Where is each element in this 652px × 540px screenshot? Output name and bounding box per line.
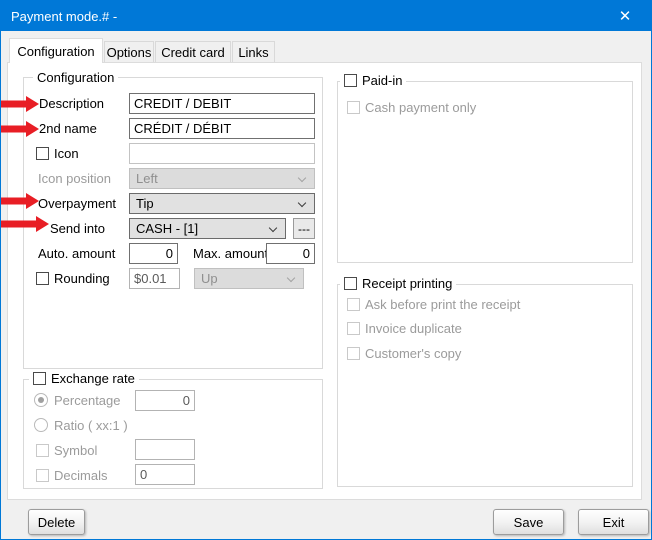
percentage-label: Percentage xyxy=(54,393,121,409)
symbol-label: Symbol xyxy=(54,443,97,459)
red-arrow-icon xyxy=(1,215,49,233)
second-name-label: 2nd name xyxy=(39,121,97,137)
paid-in-title: Paid-in xyxy=(362,73,402,88)
rounding-direction-select: Up xyxy=(194,268,304,289)
cash-payment-only-label: Cash payment only xyxy=(365,100,476,116)
save-button[interactable]: Save xyxy=(493,509,564,535)
customers-copy-checkbox xyxy=(347,347,360,360)
icon-position-value: Left xyxy=(136,171,158,186)
red-arrow-icon xyxy=(1,192,39,210)
symbol-checkbox xyxy=(36,444,49,457)
window-title: Payment mode.# - xyxy=(1,9,117,24)
red-arrow-icon xyxy=(1,120,39,138)
percentage-input xyxy=(135,390,195,411)
tab-options-label: Options xyxy=(107,45,152,60)
payment-mode-dialog: Payment mode.# - ✕ Configuration Options… xyxy=(0,0,652,540)
description-label: Description xyxy=(39,96,104,112)
send-into-value: CASH - [1] xyxy=(136,221,198,236)
decimals-checkbox xyxy=(36,469,49,482)
chevron-down-icon xyxy=(287,274,295,282)
save-button-label: Save xyxy=(514,515,544,530)
rounding-checkbox[interactable] xyxy=(36,272,49,285)
rounding-label: Rounding xyxy=(54,271,110,287)
chevron-down-icon xyxy=(298,199,306,207)
rounding-direction-value: Up xyxy=(201,271,218,286)
exchange-rate-checkbox[interactable] xyxy=(33,372,46,385)
paid-in-group-legend: Paid-in xyxy=(340,73,406,88)
rounding-value-input xyxy=(129,268,180,289)
icon-position-select: Left xyxy=(129,168,315,189)
overpayment-select[interactable]: Tip xyxy=(129,193,315,214)
icon-position-label: Icon position xyxy=(38,171,111,187)
receipt-printing-group xyxy=(337,284,633,487)
icon-input[interactable] xyxy=(129,143,315,164)
exchange-rate-group-legend: Exchange rate xyxy=(29,371,139,386)
description-input[interactable] xyxy=(129,93,315,114)
tab-credit-card-label: Credit card xyxy=(161,45,225,60)
cash-payment-only-checkbox xyxy=(347,101,360,114)
ask-before-print-label: Ask before print the receipt xyxy=(365,297,520,313)
send-into-browse-button[interactable]: --- xyxy=(293,218,315,239)
delete-button[interactable]: Delete xyxy=(28,509,85,535)
symbol-input xyxy=(135,439,195,460)
chevron-down-icon xyxy=(269,224,277,232)
delete-button-label: Delete xyxy=(38,515,76,530)
tab-links-label: Links xyxy=(238,45,268,60)
send-into-label: Send into xyxy=(50,221,105,237)
exchange-rate-title: Exchange rate xyxy=(51,371,135,386)
decimals-input xyxy=(135,464,195,485)
tab-credit-card[interactable]: Credit card xyxy=(155,41,231,63)
customers-copy-label: Customer's copy xyxy=(365,346,461,362)
exit-button[interactable]: Exit xyxy=(578,509,649,535)
overpayment-value: Tip xyxy=(136,196,154,211)
receipt-printing-title: Receipt printing xyxy=(362,276,452,291)
ask-before-print-checkbox xyxy=(347,298,360,311)
second-name-input[interactable] xyxy=(129,118,315,139)
send-into-browse-label: --- xyxy=(298,222,310,236)
tab-links[interactable]: Links xyxy=(232,41,275,63)
auto-amount-label: Auto. amount xyxy=(38,246,115,262)
chevron-down-icon xyxy=(298,174,306,182)
overpayment-label: Overpayment xyxy=(38,196,116,212)
configuration-group-legend: Configuration xyxy=(33,70,118,85)
close-icon[interactable]: ✕ xyxy=(607,1,643,31)
invoice-duplicate-checkbox xyxy=(347,322,360,335)
red-arrow-icon xyxy=(1,95,39,113)
send-into-select[interactable]: CASH - [1] xyxy=(129,218,286,239)
icon-label: Icon xyxy=(54,146,79,162)
icon-checkbox[interactable] xyxy=(36,147,49,160)
max-amount-label: Max. amount xyxy=(193,246,268,262)
tab-options[interactable]: Options xyxy=(104,41,154,63)
paid-in-checkbox[interactable] xyxy=(344,74,357,87)
title-bar: Payment mode.# - ✕ xyxy=(1,1,651,31)
exit-button-label: Exit xyxy=(603,515,625,530)
tab-configuration[interactable]: Configuration xyxy=(9,38,103,63)
tab-configuration-label: Configuration xyxy=(17,44,94,59)
ratio-label: Ratio ( xx:1 ) xyxy=(54,418,128,434)
ratio-radio xyxy=(34,418,48,432)
decimals-label: Decimals xyxy=(54,468,107,484)
max-amount-input[interactable] xyxy=(266,243,315,264)
invoice-duplicate-label: Invoice duplicate xyxy=(365,321,462,337)
auto-amount-input[interactable] xyxy=(129,243,178,264)
percentage-radio xyxy=(34,393,48,407)
receipt-printing-checkbox[interactable] xyxy=(344,277,357,290)
configuration-group-title: Configuration xyxy=(37,70,114,85)
receipt-printing-group-legend: Receipt printing xyxy=(340,276,456,291)
